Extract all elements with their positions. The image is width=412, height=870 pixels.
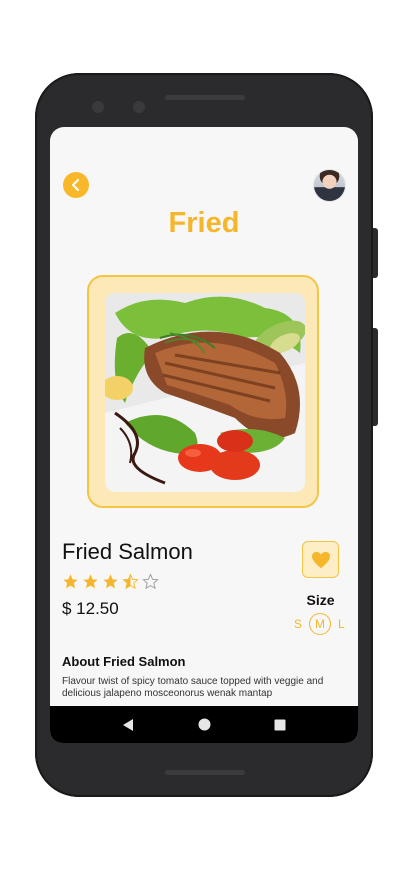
avatar[interactable] xyxy=(314,170,345,201)
front-camera xyxy=(92,101,104,113)
star-filled-icon xyxy=(103,574,118,589)
triangle-back-icon xyxy=(123,718,133,731)
square-recents-icon xyxy=(274,719,286,730)
food-image-frame xyxy=(87,275,319,508)
volume-button xyxy=(373,228,378,278)
star-filled-icon xyxy=(83,574,98,589)
rating-stars xyxy=(62,573,159,590)
food-image xyxy=(105,293,305,492)
size-option-l[interactable]: L xyxy=(338,613,345,635)
size-selector: S M L xyxy=(294,613,350,635)
about-text: Flavour twist of spicy tomato sauce topp… xyxy=(62,676,324,699)
food-name: Fried Salmon xyxy=(62,539,193,564)
earpiece-speaker xyxy=(165,95,245,100)
star-empty-icon xyxy=(142,573,159,590)
nav-back-button[interactable] xyxy=(116,713,140,737)
bottom-speaker xyxy=(165,770,245,775)
heart-icon xyxy=(311,551,330,568)
circle-home-icon xyxy=(198,718,210,731)
system-nav-bar xyxy=(50,706,358,743)
size-label: Size xyxy=(306,592,335,608)
app-screen: Fried Fried Salmon $ 12.50 Size S M L Ab… xyxy=(50,127,358,743)
front-sensor xyxy=(133,101,145,113)
chevron-left-icon xyxy=(72,179,79,191)
favorite-button[interactable] xyxy=(302,541,339,578)
back-button[interactable] xyxy=(63,172,89,198)
price: $ 12.50 xyxy=(62,599,119,618)
size-option-m[interactable]: M xyxy=(309,613,331,635)
star-half-icon xyxy=(122,573,139,590)
star-filled-icon xyxy=(63,574,78,589)
about-title: About Fried Salmon xyxy=(62,654,186,669)
page-title: Fried xyxy=(168,207,240,239)
power-button xyxy=(373,328,378,426)
nav-home-button[interactable] xyxy=(192,713,216,737)
size-option-s[interactable]: S xyxy=(294,613,302,635)
nav-recents-button[interactable] xyxy=(268,713,292,737)
